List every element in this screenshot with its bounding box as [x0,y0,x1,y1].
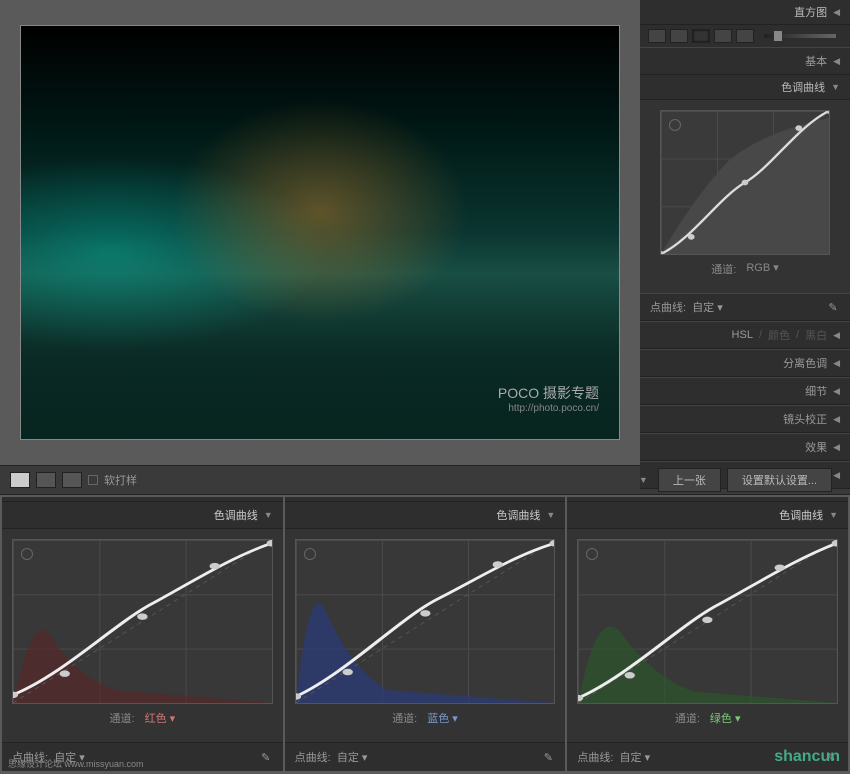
point-curve-row: 点曲线: 自定 ▾ ✎ [640,293,850,321]
preview-area: POCO 摄影专题 http://photo.poco.cn/ [0,0,640,465]
detail-header[interactable]: 细节◀ [640,377,850,405]
tone-curve-panel: 通道: RGB ▾ [640,100,850,293]
curve-header[interactable]: 色调曲线▼ [285,502,566,529]
curve-header[interactable]: 色调曲线▼ [567,502,848,529]
curve-editor-blue[interactable] [295,539,556,704]
right-panel: 直方图◀ 基本◀ 色调曲线▼ [640,0,850,465]
loupe-view-icon[interactable] [10,472,30,488]
curve-editor-red[interactable] [12,539,273,704]
chevron-down-icon: ▼ [831,82,840,92]
exposure-slider[interactable] [764,34,836,38]
toolbar-menu-icon[interactable]: ▼ [639,475,648,485]
channel-dropdown[interactable]: 红色 ▾ [145,710,176,726]
tone-curve-editor[interactable] [660,110,830,255]
point-curve-dropdown[interactable]: 自定 ▾ [337,752,368,764]
split-toning-header[interactable]: 分离色调◀ [640,349,850,377]
basic-header[interactable]: 基本◀ [640,47,850,75]
footer-watermark: 思缘设计论坛 www.missyuan.com [8,757,144,770]
pencil-icon[interactable]: ✎ [259,750,273,764]
chevron-right-icon: ◀ [833,358,840,369]
chevron-down-icon: ▼ [546,510,555,520]
point-curve-dropdown[interactable]: 自定 ▾ [620,752,651,764]
gradient-icon[interactable] [714,29,732,43]
redeye-icon[interactable] [692,29,710,43]
curve-col-red: 色调曲线▼ 通道: 红色 ▾ [2,497,283,771]
crop-icon[interactable] [648,29,666,43]
survey-view-icon[interactable] [62,472,82,488]
compare-view-icon[interactable] [36,472,56,488]
bottom-curves: 色调曲线▼ 通道: 红色 ▾ [0,495,850,773]
prev-button[interactable]: 上一张 [658,468,721,492]
curve-header[interactable]: 色调曲线▼ [2,502,283,529]
curve-col-blue: 色调曲线▼ 通道: 蓝色 ▾ [285,497,566,771]
chevron-down-icon: ▼ [264,510,273,520]
effects-header[interactable]: 效果◀ [640,433,850,461]
corner-watermark: shancun [774,748,840,766]
curve-col-green: 色调曲线▼ 通道: 绿色 ▾ [567,497,848,771]
hsl-header[interactable]: HSL / 颜色 / 黑白◀ [640,321,850,349]
preview-image[interactable]: POCO 摄影专题 http://photo.poco.cn/ [20,25,620,440]
histogram-header[interactable]: 直方图◀ [640,0,850,25]
lens-header[interactable]: 镜头校正◀ [640,405,850,433]
toolbar: 软打样 ▼ 上一张 设置默认设置... [0,465,850,495]
chevron-right-icon: ◀ [833,386,840,397]
soft-proof-checkbox[interactable] [88,475,98,485]
reset-button[interactable]: 设置默认设置... [727,468,832,492]
spot-icon[interactable] [670,29,688,43]
brush-icon[interactable] [736,29,754,43]
pencil-icon[interactable]: ✎ [541,750,555,764]
channel-dropdown[interactable]: 蓝色 ▾ [427,710,458,726]
point-curve-dropdown[interactable]: 自定 ▾ [692,302,723,314]
histogram-toolbar [640,25,850,47]
tone-curve-header[interactable]: 色调曲线▼ [640,75,850,100]
chevron-down-icon: ▼ [829,510,838,520]
soft-proof-label: 软打样 [104,472,137,488]
pencil-icon[interactable]: ✎ [826,300,840,314]
watermark: POCO 摄影专题 http://photo.poco.cn/ [498,383,599,414]
chevron-right-icon: ◀ [833,442,840,453]
chevron-right-icon: ◀ [833,7,840,18]
chevron-right-icon: ◀ [833,414,840,425]
chevron-right-icon: ◀ [833,330,840,341]
channel-dropdown[interactable]: RGB ▾ [746,261,778,277]
channel-selector: 通道: RGB ▾ [650,255,840,283]
chevron-right-icon: ◀ [833,56,840,67]
curve-editor-green[interactable] [577,539,838,704]
channel-dropdown[interactable]: 绿色 ▾ [710,710,741,726]
